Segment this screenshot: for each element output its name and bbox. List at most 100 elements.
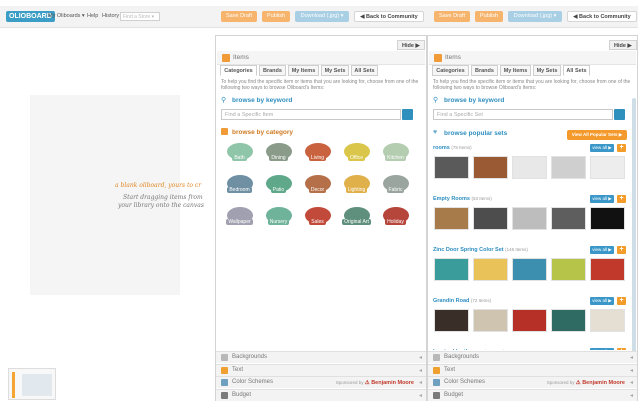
tab-my-items[interactable]: My Items — [288, 65, 319, 76]
tab-all-sets[interactable]: All Sets — [351, 65, 378, 76]
category-lighting[interactable]: Lighting — [340, 175, 373, 199]
set-thumbnail[interactable] — [590, 258, 625, 281]
section-backgrounds[interactable]: Backgrounds ◂ — [216, 351, 426, 363]
set-thumbnail[interactable] — [551, 156, 586, 179]
set-search-input[interactable]: Find a Specific Set — [433, 109, 613, 120]
view-all-popular-button[interactable]: View All Popular Sets ▶ — [567, 130, 627, 140]
canvas-minimap[interactable] — [8, 368, 56, 400]
expand-arrow-icon[interactable]: ◂ — [630, 379, 633, 386]
category-fabric[interactable]: Fabric — [379, 175, 412, 199]
set-thumbnail[interactable] — [590, 207, 625, 230]
back-to-community-button[interactable]: ◀ Back to Community — [354, 11, 424, 22]
nav-history[interactable]: History — [102, 13, 119, 19]
section-backgrounds[interactable]: Backgrounds ◂ — [428, 351, 637, 363]
set-thumbnail[interactable] — [434, 309, 469, 332]
add-set-button[interactable]: + — [617, 348, 626, 350]
download-button-2[interactable]: Download (.jpg) ▾ — [508, 11, 562, 22]
section-color-schemes[interactable]: Color Schemes ◂ Sponsored by ⚠ Benjamin Mo… — [216, 376, 426, 388]
category-nursery[interactable]: Nursery — [262, 207, 295, 231]
view-all-button[interactable]: view all ▶ — [590, 348, 614, 350]
expand-arrow-icon[interactable]: ◂ — [419, 367, 422, 374]
category-patio[interactable]: Patio — [262, 175, 295, 199]
tab-my-sets-2[interactable]: My Sets — [533, 65, 561, 76]
tab-my-sets[interactable]: My Sets — [321, 65, 349, 76]
set-name[interactable]: Grandin Road (72 Items) — [433, 298, 491, 304]
publish-button[interactable]: Publish — [262, 11, 290, 22]
save-draft-button-2[interactable]: Save Draft — [434, 11, 470, 22]
tab-categories-2[interactable]: Categories — [432, 65, 469, 76]
item-search-input[interactable]: Find a Specific Item — [221, 109, 401, 120]
category-holiday[interactable]: Holiday — [379, 207, 412, 231]
hide-panel-button[interactable]: Hide ▶ — [397, 40, 425, 50]
section-color-schemes[interactable]: Color Schemes ◂ Sponsored by ⚠ Benjamin Mo… — [428, 376, 637, 388]
set-thumbnail[interactable] — [590, 156, 625, 179]
hide-panel-button-2[interactable]: Hide ▶ — [609, 40, 637, 50]
category-dining[interactable]: Dining — [262, 143, 295, 167]
view-all-button[interactable]: view all ▶ — [590, 297, 614, 305]
view-all-button[interactable]: view all ▶ — [590, 144, 614, 152]
tab-all-sets-2[interactable]: All Sets — [563, 65, 590, 76]
category-grid: Bath Dining Living Office Kitchen Bedroom Pati… — [223, 143, 423, 243]
set-thumbnail[interactable] — [473, 258, 508, 281]
set-thumbnail[interactable] — [512, 207, 547, 230]
set-name[interactable]: rooms (78 Items) — [433, 145, 472, 151]
expand-arrow-icon[interactable]: ◂ — [419, 392, 422, 399]
category-wallpaper[interactable]: Wallpaper — [223, 207, 256, 231]
tab-brands[interactable]: Brands — [259, 65, 286, 76]
set-thumbnail[interactable] — [434, 258, 469, 281]
set-thumbnail[interactable] — [512, 156, 547, 179]
set-thumbnail[interactable] — [473, 207, 508, 230]
sets-scrollbar[interactable] — [632, 98, 636, 353]
set-thumbnail[interactable] — [434, 156, 469, 179]
set-thumbnail[interactable] — [473, 309, 508, 332]
set-name[interactable]: Inspired by the sea (60 Items) — [433, 349, 505, 350]
set-thumbnail[interactable] — [473, 156, 508, 179]
nav-help[interactable]: Help — [87, 13, 98, 19]
tab-my-items-2[interactable]: My Items — [500, 65, 531, 76]
set-thumbnail[interactable] — [551, 207, 586, 230]
expand-arrow-icon[interactable]: ◂ — [630, 367, 633, 374]
set-name[interactable]: Empty Rooms (53 Items) — [433, 196, 492, 202]
publish-button-2[interactable]: Publish — [475, 11, 503, 22]
category-bath[interactable]: Bath — [223, 143, 256, 167]
category-original-art[interactable]: Original Art — [340, 207, 373, 231]
section-budget[interactable]: Budget ◂ — [428, 388, 637, 401]
store-search-input[interactable]: Find a Store ▾ — [120, 12, 160, 21]
category-bedroom[interactable]: Bedroom — [223, 175, 256, 199]
add-set-button[interactable]: + — [617, 195, 626, 203]
set-thumbnail[interactable] — [551, 309, 586, 332]
set-thumbnail[interactable] — [434, 207, 469, 230]
category-living[interactable]: Living — [301, 143, 334, 167]
expand-arrow-icon[interactable]: ◂ — [630, 354, 633, 361]
zoom-slider[interactable] — [12, 372, 15, 398]
section-text[interactable]: Text ◂ — [216, 363, 426, 376]
set-thumbnail[interactable] — [590, 309, 625, 332]
search-go-button-2[interactable] — [614, 109, 625, 120]
add-set-button[interactable]: + — [617, 144, 626, 152]
set-thumbnail[interactable] — [512, 258, 547, 281]
set-thumbnail[interactable] — [512, 309, 547, 332]
section-text[interactable]: Text ◂ — [428, 363, 637, 376]
view-all-button[interactable]: view all ▶ — [590, 195, 614, 203]
save-draft-button[interactable]: Save Draft — [221, 11, 257, 22]
set-name[interactable]: Zinc Door Spring Color Set (146 Items) — [433, 247, 528, 253]
search-go-button[interactable] — [402, 109, 413, 120]
category-sales[interactable]: Sales — [301, 207, 334, 231]
nav-my-oliboards[interactable]: My Oliboards ▾ — [48, 13, 85, 19]
tab-categories[interactable]: Categories — [220, 65, 257, 76]
view-all-button[interactable]: view all ▶ — [590, 246, 614, 254]
set-thumbnail[interactable] — [551, 258, 586, 281]
category-decor[interactable]: Decor — [301, 175, 334, 199]
expand-arrow-icon[interactable]: ◂ — [630, 392, 633, 399]
add-set-button[interactable]: + — [617, 246, 626, 254]
expand-arrow-icon[interactable]: ◂ — [419, 379, 422, 386]
section-budget[interactable]: Budget ◂ — [216, 388, 426, 401]
expand-arrow-icon[interactable]: ◂ — [419, 354, 422, 361]
download-button[interactable]: Download (.jpg) ▾ — [295, 11, 349, 22]
category-kitchen[interactable]: Kitchen — [379, 143, 412, 167]
back-to-community-button-2[interactable]: ◀ Back to Community — [567, 11, 637, 22]
add-set-button[interactable]: + — [617, 297, 626, 305]
tab-brands-2[interactable]: Brands — [471, 65, 498, 76]
set-item-count: (72 Items) — [470, 298, 492, 303]
category-office[interactable]: Office — [340, 143, 373, 167]
